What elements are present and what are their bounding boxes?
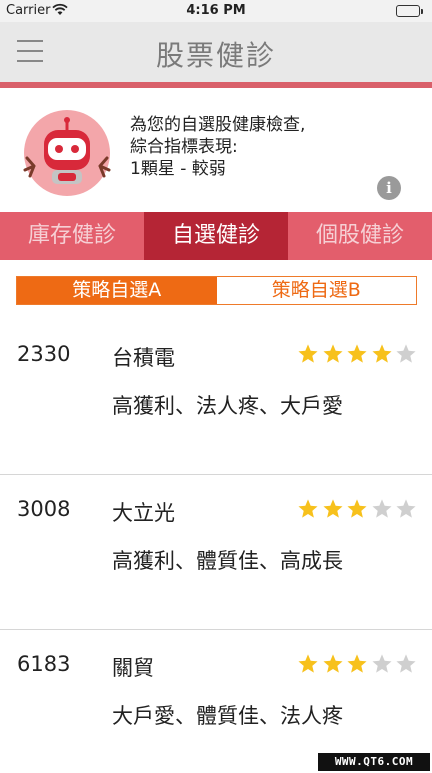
status-time: 4:16 PM	[186, 3, 246, 18]
star-filled-icon	[347, 654, 367, 673]
list-item[interactable]: 2330 台積電 高獲利、法人疼、大戶愛	[0, 320, 432, 475]
star-rating	[297, 343, 420, 365]
star-filled-icon	[298, 344, 318, 363]
info-panel: 為您的自選股健康檢查, 綜合指標表現: 1顆星 - 較弱 i	[0, 88, 432, 212]
stock-tags: 高獲利、體質佳、高成長	[112, 549, 343, 573]
star-filled-icon	[371, 344, 392, 363]
segment-strategy-a[interactable]: 策略自選A	[17, 277, 217, 304]
info-line-1: 為您的自選股健康檢查,	[130, 115, 306, 135]
star-rating	[297, 498, 420, 520]
watermark: WWW.QT6.COM	[318, 753, 430, 771]
star-empty-icon	[371, 654, 392, 673]
stock-code: 3008	[17, 497, 71, 521]
stock-name: 台積電	[112, 346, 175, 370]
star-filled-icon	[347, 344, 367, 363]
tab-inventory-checkup[interactable]: 庫存健診	[0, 212, 144, 260]
info-line-2: 綜合指標表現:	[130, 137, 238, 157]
tab-watchlist-checkup[interactable]: 自選健診	[144, 212, 288, 260]
star-filled-icon	[298, 654, 318, 673]
star-filled-icon	[347, 499, 367, 518]
stock-name: 大立光	[112, 501, 175, 525]
star-empty-icon	[396, 344, 416, 363]
list-item[interactable]: 3008 大立光 高獲利、體質佳、高成長	[0, 475, 432, 630]
star-rating	[297, 653, 420, 675]
navigation-bar: 股票健診	[0, 22, 432, 82]
segment-strategy-b[interactable]: 策略自選B	[216, 277, 416, 304]
tab-bar: 庫存健診 自選健診 個股健診	[0, 212, 432, 260]
robot-mascot-icon	[23, 110, 111, 196]
info-line-3: 1顆星 - 較弱	[130, 159, 226, 179]
star-empty-icon	[371, 499, 392, 518]
star-filled-icon	[322, 499, 343, 518]
star-empty-icon	[396, 499, 416, 518]
info-icon[interactable]: i	[377, 176, 401, 200]
star-filled-icon	[322, 344, 343, 363]
strategy-segmented-control: 策略自選A 策略自選B	[16, 276, 417, 305]
star-filled-icon	[322, 654, 343, 673]
battery-icon	[396, 5, 420, 17]
status-bar: Carrier 4:16 PM	[0, 0, 432, 22]
stock-code: 2330	[17, 342, 71, 366]
page-title: 股票健診	[155, 39, 276, 72]
stock-code: 6183	[17, 652, 71, 676]
stock-list: 2330 台積電 高獲利、法人疼、大戶愛 3008 大立光 高獲利、體質佳、高成…	[0, 320, 432, 773]
battery-cap	[421, 9, 423, 14]
info-text: 為您的自選股健康檢查, 綜合指標表現: 1顆星 - 較弱	[130, 114, 305, 180]
stock-tags: 高獲利、法人疼、大戶愛	[112, 394, 343, 418]
list-item[interactable]: 6183 關貿 大戶愛、體質佳、法人疼	[0, 630, 432, 773]
star-empty-icon	[396, 654, 416, 673]
stock-name: 關貿	[112, 656, 154, 680]
tab-single-stock-checkup[interactable]: 個股健診	[288, 212, 432, 260]
stock-tags: 大戶愛、體質佳、法人疼	[112, 704, 343, 728]
star-filled-icon	[298, 499, 318, 518]
